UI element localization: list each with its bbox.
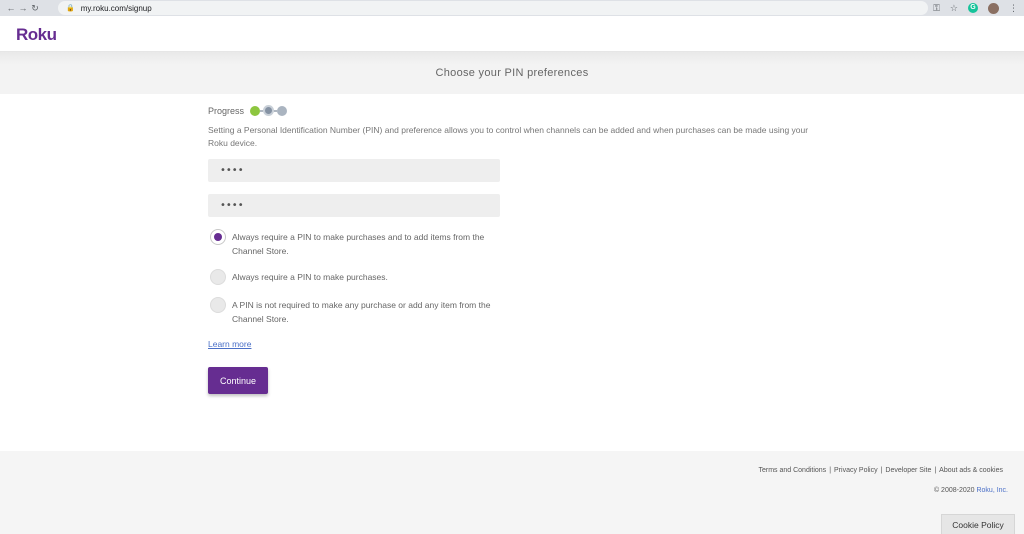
- address-url: my.roku.com/signup: [80, 3, 152, 13]
- grammarly-extension-icon[interactable]: G: [968, 3, 978, 13]
- roku-inc-link[interactable]: Roku, Inc.: [976, 487, 1008, 494]
- site-footer: Terms and Conditions | Privacy Policy | …: [0, 451, 1024, 534]
- continue-button[interactable]: Continue: [208, 367, 268, 394]
- progress-step-current: [263, 105, 275, 116]
- footer-link-ads-cookies[interactable]: About ads & cookies: [939, 467, 1003, 474]
- footer-separator: |: [829, 467, 832, 474]
- browser-toolbar: ← → ↻ 🔒 my.roku.com/signup ⚿ ☆ G ⋮: [0, 0, 1024, 16]
- option-label: Always require a PIN to make purchases a…: [232, 232, 485, 256]
- footer-link-terms[interactable]: Terms and Conditions: [758, 467, 826, 474]
- copyright-text: © 2008-2020: [933, 487, 977, 494]
- key-icon[interactable]: ⚿: [933, 3, 940, 14]
- lock-icon: 🔒: [66, 5, 75, 12]
- footer-link-developer[interactable]: Developer Site: [885, 467, 931, 474]
- pin-input[interactable]: [208, 159, 500, 182]
- cookie-policy-button[interactable]: Cookie Policy: [941, 514, 1015, 534]
- menu-kebab-icon[interactable]: ⋮: [1009, 3, 1018, 14]
- pin-option-purchases-and-channels[interactable]: Always require a PIN to make purchases a…: [210, 229, 504, 258]
- pin-confirm-input[interactable]: [208, 194, 500, 217]
- radio-selected[interactable]: [210, 229, 226, 245]
- pin-option-purchases-only[interactable]: Always require a PIN to make purchases.: [210, 269, 504, 285]
- back-arrow-icon[interactable]: ←: [5, 3, 17, 13]
- forward-arrow-icon[interactable]: →: [17, 3, 29, 13]
- radio-unselected[interactable]: [210, 269, 226, 285]
- footer-separator: |: [880, 467, 883, 474]
- pin-option-not-required[interactable]: A PIN is not required to make any purcha…: [210, 297, 504, 326]
- address-bar[interactable]: 🔒 my.roku.com/signup: [58, 1, 928, 15]
- option-label: Always require a PIN to make purchases.: [232, 272, 388, 282]
- browser-actions: ⚿ ☆ G ⋮: [933, 1, 1018, 15]
- title-band: Choose your PIN preferences: [0, 52, 1024, 94]
- star-icon[interactable]: ☆: [950, 3, 958, 14]
- page-title: Choose your PIN preferences: [435, 67, 589, 79]
- reload-icon[interactable]: ↻: [29, 3, 41, 14]
- site-header: Roku: [0, 16, 1024, 52]
- radio-unselected[interactable]: [210, 297, 226, 313]
- roku-logo[interactable]: Roku: [16, 25, 57, 45]
- footer-separator: |: [934, 467, 937, 474]
- footer-link-privacy[interactable]: Privacy Policy: [834, 467, 878, 474]
- footer-links: Terms and Conditions | Privacy Policy | …: [758, 467, 1003, 474]
- copyright: © 2008-2020 Roku, Inc.: [934, 487, 1008, 494]
- profile-avatar[interactable]: [988, 2, 999, 14]
- pin-description: Setting a Personal Identification Number…: [208, 125, 809, 148]
- progress-step-done: [250, 105, 261, 116]
- progress-steps: [250, 105, 288, 116]
- learn-more-link[interactable]: Learn more: [208, 339, 251, 349]
- progress-indicator: Progress: [208, 105, 288, 116]
- progress-step-todo: [277, 105, 288, 116]
- progress-label: Progress: [208, 105, 245, 116]
- option-label: A PIN is not required to make any purcha…: [232, 300, 491, 324]
